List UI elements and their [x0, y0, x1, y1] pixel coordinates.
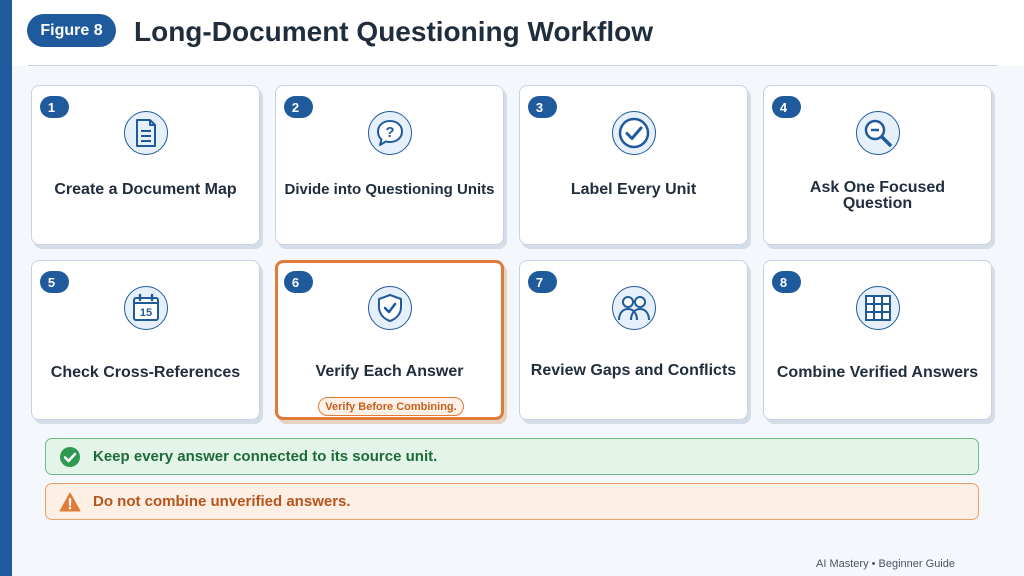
- step-card-2: 2 ? Divide into Questioning Units: [275, 85, 504, 245]
- question-bubble-icon: ?: [368, 111, 412, 155]
- step-card-3: 3 Label Every Unit: [519, 85, 748, 245]
- keep-connected-banner: Keep every answer connected to its sourc…: [45, 438, 979, 475]
- warning-icon: [59, 491, 81, 513]
- calendar-date-text: 15: [140, 307, 152, 319]
- step-label: Ask One Focused Question: [809, 179, 946, 212]
- svg-text:?: ?: [385, 124, 394, 141]
- step-number: 2: [284, 96, 313, 118]
- people-icon: [612, 286, 656, 330]
- step-number: 7: [528, 271, 557, 293]
- step-label: Review Gaps and Conflicts: [530, 362, 737, 379]
- step-card-4: 4 Ask One Focused Question: [763, 85, 992, 245]
- calendar-icon: 15: [124, 286, 168, 330]
- step-number: 4: [772, 96, 801, 118]
- step-number: 1: [40, 96, 69, 118]
- check-circle-icon: [59, 446, 81, 468]
- step-label: Label Every Unit: [570, 181, 697, 198]
- left-accent-bar: [0, 0, 12, 576]
- footer-credit: AI Mastery • Beginner Guide: [816, 558, 955, 570]
- do-not-combine-banner: Do not combine unverified answers.: [45, 483, 979, 520]
- step-number: 6: [284, 271, 313, 293]
- step-card-8: 8 Combine Verified Answers: [763, 260, 992, 420]
- shield-check-icon: [368, 286, 412, 330]
- verify-before-combining-tag: Verify Before Combining.: [318, 397, 464, 416]
- document-icon: [124, 111, 168, 155]
- page-title: Long-Document Questioning Workflow: [134, 16, 653, 47]
- step-card-5: 5 15 Check Cross-References: [31, 260, 260, 420]
- figure-badge: Figure 8: [27, 14, 116, 47]
- checkmark-icon: [612, 111, 656, 155]
- do-not-combine-text: Do not combine unverified answers.: [93, 493, 351, 510]
- step-number: 5: [40, 271, 69, 293]
- step-number: 3: [528, 96, 557, 118]
- step-label: Verify Each Answer: [315, 363, 464, 380]
- step-number: 8: [772, 271, 801, 293]
- step-label: Combine Verified Answers: [776, 364, 979, 381]
- step-label: Divide into Questioning Units: [284, 181, 495, 198]
- step-card-1: 1 Create a Document Map: [31, 85, 260, 245]
- keep-connected-text: Keep every answer connected to its sourc…: [93, 448, 438, 465]
- step-label: Check Cross-References: [50, 364, 241, 381]
- magnifier-icon: [856, 111, 900, 155]
- header-divider: [28, 65, 998, 66]
- step-label: Create a Document Map: [54, 181, 237, 198]
- step-card-6: 6 Verify Each Answer Verify Before Combi…: [275, 260, 504, 420]
- step-card-7: 7 Review Gaps and Conflicts: [519, 260, 748, 420]
- grid-icon: [856, 286, 900, 330]
